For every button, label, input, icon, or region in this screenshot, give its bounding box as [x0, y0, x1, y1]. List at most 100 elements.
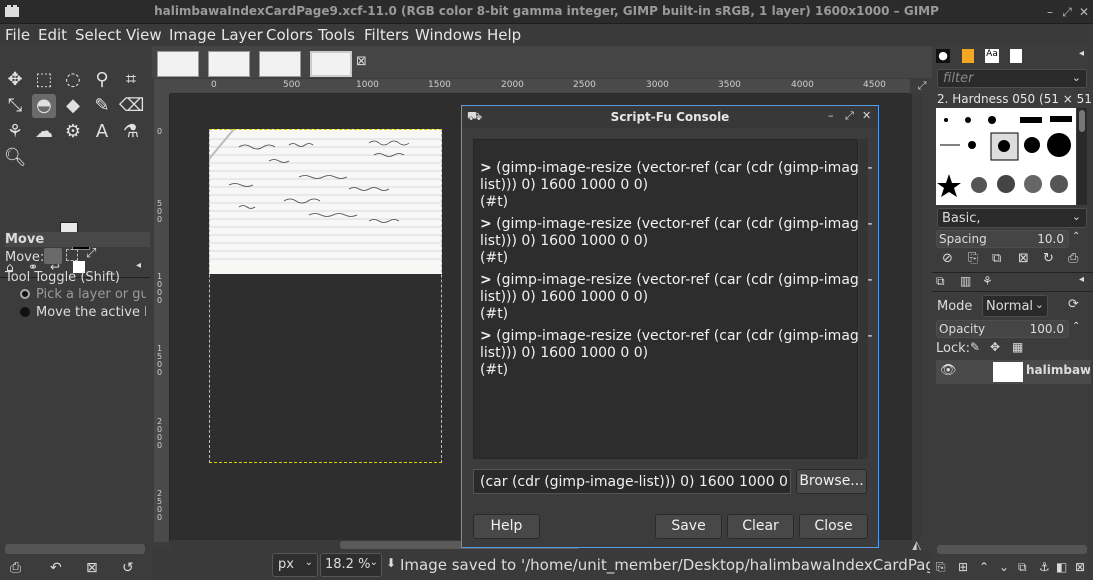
- smudge-icon[interactable]: ☁: [32, 120, 56, 144]
- crop-icon[interactable]: ⌗: [119, 68, 143, 92]
- lock-pixels-icon[interactable]: ✎: [970, 340, 980, 354]
- menu-select[interactable]: Select: [75, 26, 121, 44]
- brushes-tab-icon[interactable]: ●: [936, 49, 950, 63]
- save-options-icon[interactable]: ⎙: [10, 560, 21, 576]
- delete-layer-icon[interactable]: ⊠: [1075, 560, 1085, 574]
- rect-select-icon[interactable]: ⬚: [32, 68, 56, 92]
- menu-view[interactable]: View: [126, 26, 162, 44]
- anchor-layer-icon[interactable]: ⚓︎: [1039, 560, 1050, 574]
- move-path-mode-icon[interactable]: ⤢: [86, 246, 96, 261]
- command-input[interactable]: (car (cdr (gimp-image-list))) 0) 1600 10…: [473, 469, 791, 494]
- maximize-icon[interactable]: ⤢: [845, 109, 854, 123]
- move-tool-icon[interactable]: ✥: [3, 68, 27, 92]
- delete-options-icon[interactable]: ⊠: [86, 560, 98, 576]
- menu-help[interactable]: Help: [487, 26, 521, 44]
- close-tab-icon[interactable]: ⊠: [356, 54, 367, 69]
- move-layer-mode-icon[interactable]: [44, 248, 62, 264]
- spin-icon[interactable]: ⌃: [1072, 231, 1080, 242]
- new-layer-icon[interactable]: ⎘: [936, 560, 946, 575]
- brush-grid[interactable]: [936, 108, 1076, 205]
- paintbrush-icon[interactable]: ✎: [90, 94, 114, 118]
- layer-row[interactable]: 👁︎ halimbawa: [936, 360, 1091, 384]
- brush-duplicate-icon[interactable]: ⧉: [992, 251, 1001, 266]
- tab-menu-icon[interactable]: ◂: [136, 260, 141, 271]
- pick-layer-radio[interactable]: [20, 289, 30, 299]
- paths-tab-icon[interactable]: ⚘: [982, 274, 993, 288]
- console-output[interactable]: > (gimp-image-resize (vector-ref (car (c…: [473, 139, 872, 459]
- image-thumb-2[interactable]: [208, 51, 250, 77]
- menu-edit[interactable]: Edit: [38, 26, 67, 44]
- document-tab-icon[interactable]: [1010, 49, 1022, 63]
- restore-options-icon[interactable]: ↶: [50, 560, 62, 576]
- brush-preset-select[interactable]: Basic, ⌄: [937, 208, 1087, 228]
- canvas-vertical-scrollbar[interactable]: [912, 94, 922, 540]
- mask-icon[interactable]: ◧: [1056, 560, 1067, 574]
- lock-alpha-icon[interactable]: ▦: [1012, 340, 1023, 354]
- color-picker-icon[interactable]: ⚗: [119, 120, 143, 144]
- lasso-icon[interactable]: ◌: [61, 68, 85, 92]
- layer-name[interactable]: halimbawa: [1026, 363, 1090, 377]
- menu-filters[interactable]: Filters: [364, 26, 409, 44]
- layers-scrollbar[interactable]: [937, 545, 1087, 554]
- layers-tab-icon[interactable]: ⧉: [936, 274, 945, 289]
- lock-position-icon[interactable]: ✥: [990, 340, 1000, 354]
- raise-layer-icon[interactable]: ⌃: [979, 560, 989, 574]
- eye-icon[interactable]: 👁︎: [940, 363, 957, 378]
- tool-options-scrollbar[interactable]: [5, 544, 145, 554]
- fuzzy-select-icon[interactable]: ⚲: [90, 68, 114, 92]
- channels-tab-icon[interactable]: ▥: [960, 274, 971, 288]
- reset-options-icon[interactable]: ↺: [122, 560, 134, 576]
- close-icon[interactable]: ✕: [1077, 5, 1091, 19]
- move-selection-mode-icon[interactable]: [66, 249, 78, 261]
- brush-filter-input[interactable]: filter ⌄: [937, 69, 1087, 88]
- menu-file[interactable]: File: [5, 26, 30, 44]
- brush-grid-scrollbar[interactable]: [1077, 108, 1087, 205]
- unit-select[interactable]: px ⌄: [272, 553, 318, 577]
- close-icon[interactable]: ✕: [862, 109, 871, 122]
- scroll-thumb[interactable]: [1079, 110, 1085, 132]
- image-thumb-3[interactable]: [259, 51, 301, 77]
- brush-refresh-icon[interactable]: ↻: [1043, 251, 1054, 266]
- mode-select[interactable]: Normal ⌄: [982, 295, 1048, 317]
- bucket-fill-icon[interactable]: ◆: [61, 94, 85, 118]
- zoom-icon[interactable]: 🔍︎: [3, 146, 27, 170]
- brush-edit-icon[interactable]: ⊘: [942, 251, 953, 266]
- menu-layer[interactable]: Layer: [221, 26, 263, 44]
- lower-layer-icon[interactable]: ⌄: [999, 560, 1009, 574]
- menu-colors[interactable]: Colors: [266, 26, 313, 44]
- spacing-slider[interactable]: Spacing 10.0: [936, 230, 1069, 248]
- help-button[interactable]: Help: [473, 514, 540, 539]
- maximize-icon[interactable]: ⤢: [1060, 5, 1074, 19]
- save-button[interactable]: Save: [655, 514, 722, 539]
- patterns-tab-icon[interactable]: [962, 49, 974, 63]
- paths-icon[interactable]: ⚙: [61, 120, 85, 144]
- menu-windows[interactable]: Windows: [415, 26, 482, 44]
- clone-icon[interactable]: ⚘: [3, 120, 27, 144]
- brush-new-icon[interactable]: ⎘: [968, 251, 978, 266]
- image-thumb-1[interactable]: [157, 51, 199, 77]
- new-group-icon[interactable]: ⊞: [958, 560, 968, 574]
- lock-icon[interactable]: ⤢: [912, 79, 932, 94]
- brush-delete-icon[interactable]: ⊠: [1018, 251, 1029, 266]
- tab-menu-icon[interactable]: ◂: [1079, 274, 1084, 285]
- transform-icon[interactable]: ⤡: [3, 94, 27, 118]
- opacity-slider[interactable]: Opacity 100.0: [936, 320, 1069, 338]
- move-active-radio[interactable]: [20, 307, 30, 317]
- minimize-icon[interactable]: –: [1043, 5, 1057, 19]
- tab-menu-icon[interactable]: ◂: [1079, 48, 1084, 59]
- menu-image[interactable]: Image: [169, 26, 216, 44]
- duplicate-layer-icon[interactable]: ⧉: [1018, 560, 1027, 575]
- warp-icon[interactable]: ◓: [32, 94, 56, 118]
- clear-button[interactable]: Clear: [727, 514, 794, 539]
- menu-tools[interactable]: Tools: [318, 26, 355, 44]
- mode-reset-icon[interactable]: ⟳: [1068, 297, 1079, 312]
- brush-tag-icon[interactable]: ⎙: [1068, 251, 1078, 266]
- eraser-icon[interactable]: ⌫: [119, 94, 144, 118]
- console-scrollbar[interactable]: [859, 139, 868, 459]
- close-button[interactable]: Close: [799, 514, 868, 539]
- browse-button[interactable]: Browse...: [796, 469, 867, 494]
- fonts-tab-icon[interactable]: Aa: [985, 49, 999, 63]
- image-thumb-active[interactable]: [310, 51, 352, 77]
- zoom-select[interactable]: 18.2 % ⌄: [320, 553, 382, 577]
- spin-icon[interactable]: ⌃: [1072, 321, 1080, 332]
